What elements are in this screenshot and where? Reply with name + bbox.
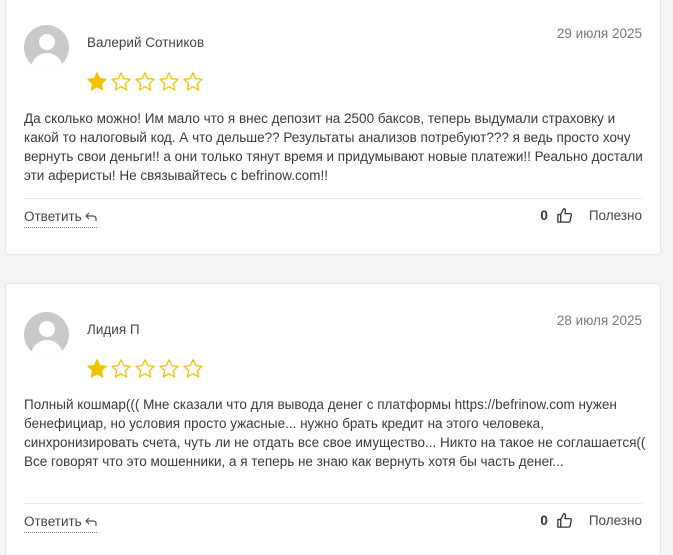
- review-date: 29 июля 2025: [556, 26, 642, 41]
- review-date: 28 июля 2025: [556, 313, 642, 328]
- rating-stars: [86, 358, 204, 380]
- useful-button[interactable]: Полезно: [589, 513, 642, 528]
- vote-count: 0: [540, 513, 548, 528]
- reply-arrow-icon: [84, 212, 97, 221]
- reply-arrow-icon: [84, 517, 97, 526]
- star-empty-icon: [135, 72, 155, 91]
- star-empty-icon: [159, 72, 179, 91]
- avatar: [24, 25, 69, 70]
- avatar: [24, 312, 69, 357]
- votes: 0 Полезно: [540, 207, 642, 224]
- star-empty-icon: [135, 359, 155, 378]
- divider: [24, 198, 642, 199]
- star-empty-icon: [111, 359, 131, 378]
- review-author: Валерий Сотников: [87, 35, 205, 50]
- rating-stars: [86, 71, 204, 93]
- review-text: Полный кошмар((( Мне сказали что для выв…: [24, 397, 646, 469]
- star-empty-icon: [183, 359, 203, 378]
- star-empty-icon: [111, 72, 131, 91]
- votes: 0 Полезно: [540, 512, 642, 529]
- divider: [24, 503, 642, 504]
- reply-label: Ответить: [24, 514, 82, 529]
- reply-label: Ответить: [24, 209, 82, 224]
- review-author: Лидия П: [87, 322, 140, 337]
- star-filled-icon: [87, 72, 107, 91]
- reply-button[interactable]: Ответить: [24, 209, 97, 228]
- star-filled-icon: [87, 359, 107, 378]
- review-card: Лидия П 28 июля 2025 Полный кошмар((( Мн…: [5, 283, 661, 555]
- review-card: Валерий Сотников 29 июля 2025 Да сколько…: [5, 0, 661, 255]
- review-text: Да сколько можно! Им мало что я внес деп…: [24, 111, 643, 183]
- star-empty-icon: [183, 72, 203, 91]
- useful-button[interactable]: Полезно: [589, 208, 642, 223]
- thumbs-up-icon[interactable]: [556, 512, 573, 529]
- vote-count: 0: [540, 208, 548, 223]
- star-empty-icon: [159, 359, 179, 378]
- thumbs-up-icon[interactable]: [556, 207, 573, 224]
- reply-button[interactable]: Ответить: [24, 514, 97, 533]
